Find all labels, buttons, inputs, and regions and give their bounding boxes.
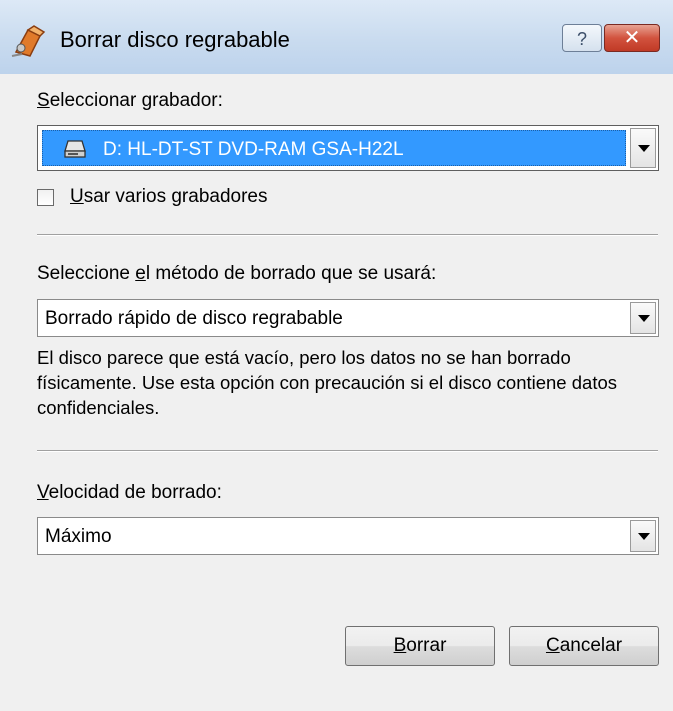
- speed-select[interactable]: Máximo: [37, 517, 659, 555]
- method-selected-value: Borrado rápido de disco regrabable: [45, 308, 343, 329]
- method-description: El disco parece que está vacío, pero los…: [37, 347, 617, 418]
- window-title: Borrar disco regrabable: [60, 27, 290, 52]
- title-bar[interactable]: Borrar disco regrabable ? ✕: [0, 0, 673, 74]
- divider-1: [37, 234, 658, 236]
- help-icon: ?: [576, 29, 587, 49]
- recorder-select-highlight: D: HL-DT-ST DVD-RAM GSA-H22L: [42, 130, 626, 166]
- erase-disc-dialog: Borrar disco regrabable ? ✕ Seleccionar …: [0, 0, 673, 711]
- method-select[interactable]: Borrado rápido de disco regrabable: [37, 299, 659, 337]
- speed-dropdown-arrow[interactable]: [630, 520, 656, 552]
- method-dropdown-arrow[interactable]: [630, 302, 656, 334]
- drive-icon: [64, 140, 86, 158]
- help-button[interactable]: ?: [562, 24, 602, 52]
- multi-recorder-checkbox[interactable]: [37, 189, 54, 206]
- speed-selected-value: Máximo: [45, 526, 112, 547]
- recorder-label: Seleccionar grabador:: [37, 90, 223, 111]
- method-label: Seleccione el método de borrado que se u…: [37, 263, 437, 284]
- close-button[interactable]: ✕: [604, 24, 660, 52]
- cancel-button[interactable]: Cancelar: [509, 626, 659, 666]
- recorder-selected-value: D: HL-DT-ST DVD-RAM GSA-H22L: [103, 139, 404, 160]
- multi-recorder-label[interactable]: Usar varios grabadores: [70, 186, 268, 208]
- eraser-icon: [11, 25, 46, 57]
- close-icon: ✕: [623, 27, 641, 49]
- erase-button[interactable]: Borrar: [345, 626, 495, 666]
- divider-2: [37, 450, 658, 452]
- speed-label: Velocidad de borrado:: [37, 482, 222, 503]
- recorder-dropdown-arrow[interactable]: [630, 128, 656, 168]
- recorder-select[interactable]: D: HL-DT-ST DVD-RAM GSA-H22L: [37, 125, 659, 171]
